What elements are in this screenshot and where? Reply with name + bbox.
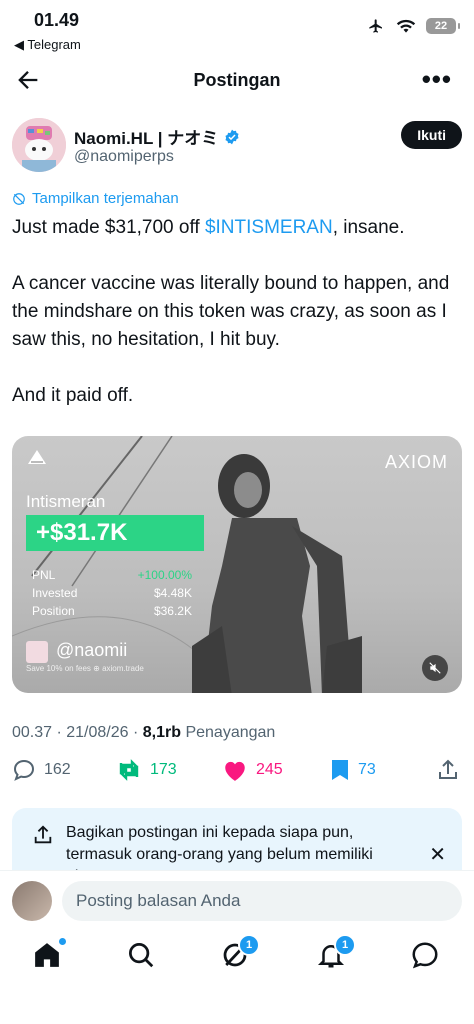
wifi-icon [396, 19, 416, 33]
close-icon[interactable]: ✕ [429, 842, 446, 867]
stat-row-invested: Invested $4.48K [32, 586, 192, 600]
verified-badge-icon [225, 129, 239, 144]
like-count: 245 [256, 761, 283, 778]
tweet-text: Just made $31,700 off $INTISMERAN, insan… [12, 214, 462, 438]
token-name: Intismeran [26, 492, 106, 511]
tab-grok[interactable]: 1 [220, 934, 260, 972]
like-button[interactable]: 245 [222, 758, 283, 782]
author-name[interactable]: Naomi.HL | ナオミ [74, 124, 240, 149]
reply-count: 162 [44, 761, 71, 778]
media-person-figure [192, 454, 362, 693]
author-avatar[interactable] [12, 118, 66, 172]
axiom-brand: AXIOM [384, 452, 448, 472]
stat-row-position: Position $36.2K [32, 604, 192, 618]
cashtag-link[interactable]: $INTISMERAN [205, 217, 333, 238]
repost-count: 173 [150, 761, 177, 778]
tweet-meta: 00.37 · 21/08/26 · 8,1rb Penayangan [12, 724, 275, 742]
reply-input[interactable] [62, 881, 462, 921]
share-banner: Bagikan postingan ini kepada siapa pun, … [12, 808, 462, 870]
search-icon [129, 943, 154, 968]
mute-button[interactable] [422, 655, 448, 681]
reply-icon [13, 759, 35, 781]
home-unread-dot [59, 938, 66, 945]
stat-value: $36.2K [153, 604, 192, 618]
tab-notifications[interactable]: 1 [316, 934, 356, 972]
repost-icon [119, 759, 139, 781]
bottom-tab-bar: 1 1 [0, 932, 474, 982]
messages-icon [412, 942, 438, 969]
tweet-timestamp[interactable]: 00.37 · 21/08/26 · [12, 724, 143, 741]
share-icon [439, 759, 457, 779]
axiom-logo-icon [28, 450, 46, 464]
views-label: Penayangan [181, 724, 276, 741]
status-time: 01.49 [34, 10, 80, 30]
home-icon [35, 943, 59, 967]
status-icons: 22 [366, 18, 460, 34]
stat-label: PNL [32, 568, 56, 582]
views-count: 8,1rb [142, 724, 182, 741]
back-to-telegram-link[interactable]: ◀ Telegram [14, 37, 81, 53]
pnl-value: +$31.7K [26, 515, 204, 551]
tweet-media-image[interactable]: AXIOM Intismeran +$31.7K PNL +100.00% Inv… [12, 436, 462, 693]
referral-avatar [26, 641, 48, 663]
airplane-icon [369, 19, 382, 33]
avatar-image [12, 118, 66, 172]
tweet-text-part: Just made $31,700 off [12, 217, 205, 238]
author-name-text: Naomi.HL | ナオミ [74, 129, 219, 148]
heart-icon [225, 761, 245, 781]
stat-label: Position [32, 604, 75, 618]
share-banner-text: Bagikan postingan ini kepada siapa pun, … [66, 824, 373, 870]
repost-button[interactable]: 173 [116, 758, 177, 782]
bookmark-count: 73 [358, 761, 376, 778]
reply-bar [0, 870, 474, 933]
stat-row-pnl: PNL +100.00% [32, 568, 192, 582]
top-bar: Postingan ••• [0, 58, 474, 102]
reply-button[interactable]: 162 [12, 758, 71, 782]
stat-value: $4.48K [153, 586, 192, 600]
tab-messages[interactable] [410, 940, 442, 972]
grok-badge: 1 [238, 934, 260, 956]
muted-speaker-icon [429, 662, 441, 674]
referral-handle: @naomii [56, 640, 128, 660]
show-translation-label: Tampilkan terjemahan [32, 190, 179, 207]
battery-icon: 22 [426, 18, 460, 34]
share-icon [34, 825, 52, 844]
referral-footer: Save 10% on fees ⊕ axiom.trade [26, 664, 144, 673]
tweet-paragraph-3: And it paid off. [12, 385, 134, 406]
tweet-text-part: , insane. [332, 217, 405, 238]
user-avatar[interactable] [12, 881, 52, 921]
tab-home[interactable] [32, 938, 66, 972]
tweet-paragraph-2: A cancer vaccine was literally bound to … [12, 273, 450, 350]
tab-search[interactable] [126, 940, 158, 972]
stat-label: Invested [32, 586, 78, 600]
bookmark-button[interactable]: 73 [330, 758, 376, 782]
notifications-badge: 1 [334, 934, 356, 956]
show-translation-link[interactable]: Tampilkan terjemahan [12, 190, 179, 207]
share-button[interactable] [436, 758, 460, 782]
page-title: Postingan [193, 70, 281, 90]
author-handle[interactable]: @naomiperps [74, 148, 174, 166]
more-options-icon[interactable]: ••• [422, 64, 452, 95]
bookmark-icon [332, 760, 348, 780]
stat-value: +100.00% [137, 568, 192, 582]
tweet-actions: 162 173 245 73 [0, 758, 474, 790]
translate-icon [13, 192, 25, 205]
tweet-paragraph-1: Just made $31,700 off $INTISMERAN, insan… [12, 214, 462, 242]
follow-button[interactable]: Ikuti [401, 121, 462, 149]
